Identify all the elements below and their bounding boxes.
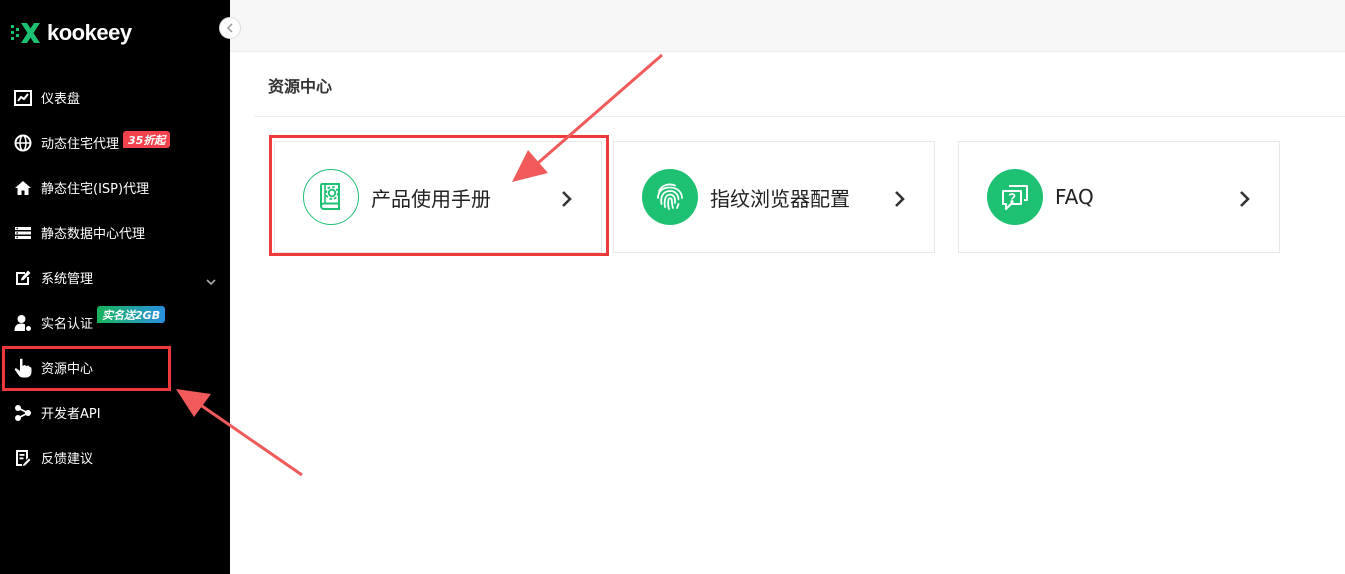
sidebar-item-label: 系统管理: [41, 272, 94, 287]
sidebar-item-label: 开发者API: [41, 407, 101, 422]
sidebar: kookeey 仪表盘 动态住宅代理 35折起 静态住宅(ISP)代理 静态数据…: [0, 0, 230, 574]
gift-badge: 实名送2GB: [97, 306, 166, 323]
chevron-right-icon: [1239, 190, 1251, 212]
sidebar-item-dashboard[interactable]: 仪表盘: [0, 75, 230, 120]
chevron-left-icon: [226, 23, 233, 33]
sidebar-menu: 仪表盘 动态住宅代理 35折起 静态住宅(ISP)代理 静态数据中心代理 系统管…: [0, 75, 230, 480]
faq-chat-icon: [987, 169, 1043, 225]
title-divider: [254, 116, 1345, 117]
sidebar-item-label: 反馈建议: [41, 452, 94, 467]
sidebar-item-label: 静态数据中心代理: [41, 227, 146, 242]
card-label: 指纹浏览器配置: [710, 186, 850, 211]
sidebar-item-feedback[interactable]: 反馈建议: [0, 435, 230, 480]
fingerprint-icon: [642, 169, 698, 225]
sidebar-item-static-datacenter[interactable]: 静态数据中心代理: [0, 210, 230, 255]
brand-name: kookeey: [47, 20, 132, 45]
discount-badge: 35折起: [123, 131, 171, 148]
card-product-manual[interactable]: 产品使用手册: [274, 141, 602, 253]
sidebar-item-developer-api[interactable]: 开发者API: [0, 390, 230, 435]
sidebar-item-label: 静态住宅(ISP)代理: [41, 182, 150, 197]
sidebar-item-label: 实名认证: [41, 317, 94, 332]
chevron-right-icon: [894, 190, 906, 212]
brand-logo[interactable]: kookeey: [11, 18, 132, 48]
chevron-right-icon: [561, 190, 573, 212]
top-bar: [230, 0, 1345, 52]
hand-pointer-icon: [13, 358, 33, 378]
card-label: FAQ: [1055, 185, 1094, 209]
edit-icon: [13, 268, 33, 288]
card-fingerprint-browser-config[interactable]: 指纹浏览器配置: [613, 141, 935, 253]
sidebar-item-resource-center[interactable]: 资源中心: [0, 345, 230, 390]
feedback-icon: [13, 448, 33, 468]
sidebar-item-system-management[interactable]: 系统管理: [0, 255, 230, 300]
sidebar-item-static-isp[interactable]: 静态住宅(ISP)代理: [0, 165, 230, 210]
page-title: 资源中心: [268, 77, 333, 96]
card-label: 产品使用手册: [371, 186, 491, 211]
collapse-sidebar-button[interactable]: [219, 17, 241, 39]
chevron-down-icon: [206, 271, 216, 290]
share-nodes-icon: [13, 403, 33, 423]
manual-book-icon: [303, 169, 359, 225]
sidebar-item-label: 仪表盘: [41, 92, 81, 107]
sidebar-item-dynamic-residential[interactable]: 动态住宅代理 35折起: [0, 120, 230, 165]
user-icon: [13, 313, 33, 333]
sidebar-item-label: 动态住宅代理: [41, 137, 120, 152]
chart-icon: [13, 88, 33, 108]
kookeey-logo-icon: [11, 23, 40, 43]
globe-icon: [13, 133, 33, 153]
sidebar-item-label: 资源中心: [41, 362, 94, 377]
card-faq[interactable]: FAQ: [958, 141, 1280, 253]
server-icon: [13, 223, 33, 243]
sidebar-item-real-name-verification[interactable]: 实名认证 实名送2GB: [0, 300, 230, 345]
home-icon: [13, 178, 33, 198]
